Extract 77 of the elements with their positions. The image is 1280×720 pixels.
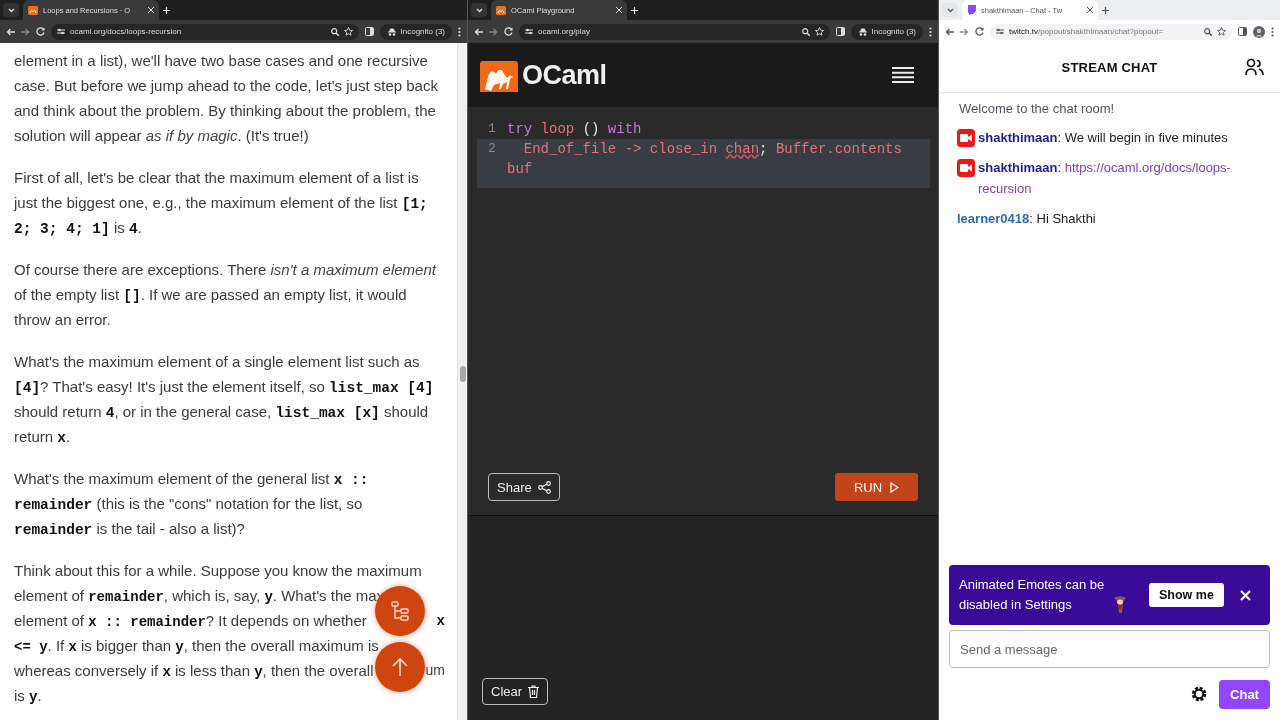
chat-message: learner0418: Hi Shakthi <box>957 210 1096 228</box>
users-icon <box>1245 58 1264 76</box>
zoom-icon[interactable] <box>1204 27 1212 36</box>
site-settings-icon[interactable] <box>996 28 1004 35</box>
incognito-icon <box>857 27 868 36</box>
close-button[interactable] <box>1239 589 1251 601</box>
chevron-icon <box>946 7 954 13</box>
settings-button[interactable] <box>1190 685 1208 703</box>
chat-title: STREAM CHAT <box>1061 60 1158 75</box>
text-fragment: x <box>436 612 445 631</box>
paragraph: Of course there are exceptions. There isn't a maximum element of the empty list []. If we are passed an empty list, it would throw an error. <box>14 260 438 330</box>
address-bar[interactable]: twitch.tv/popout/shakthimaan/chat?popout= <box>990 23 1232 40</box>
chat-message: shakthimaan: https://ocaml.org/docs/loops-recursion <box>978 159 1232 198</box>
settings-icon <box>1190 685 1208 703</box>
trash-icon <box>528 685 540 698</box>
tab-list-button[interactable] <box>471 3 487 17</box>
tab-list-button[interactable] <box>942 3 958 17</box>
address-bar[interactable]: ocaml.org/docs/loops-recursion <box>51 23 359 40</box>
close-icon[interactable] <box>1087 7 1093 13</box>
chat-message: shakthimaan: We will begin in five minutes <box>978 129 1228 147</box>
menu-icon[interactable] <box>892 67 914 83</box>
clear-button[interactable]: Clear <box>482 678 549 705</box>
camel-icon <box>480 58 518 92</box>
favicon-icon <box>496 5 506 15</box>
text-fragment: um <box>425 661 445 680</box>
paragraph: element in a list), we'll have two base cases and one recursive case. But before we jump ahead to the code, let's just step back and think about the problem. By thinking about the problem, the solution will appear as if by magic. (It's true!) <box>14 51 439 146</box>
system-message: Welcome to the chat room! <box>959 100 1116 118</box>
logo-text: OCaml <box>522 59 607 91</box>
play-icon <box>890 481 900 493</box>
star-icon[interactable] <box>1217 27 1226 36</box>
tab-list-button[interactable] <box>3 3 19 17</box>
paragraph: What's the maximum element of a single element list such as [4]? That's easy! It's just the element itself, so list_max [4] should return 4, or in the general case, list_max [x] should return x. <box>14 352 435 448</box>
back-icon[interactable] <box>945 27 954 36</box>
banner-text: Animated Emotes can be disabled in Settings <box>959 576 1106 614</box>
text-line: whereas conversely if x is less than y, then the overall <box>14 661 374 682</box>
emote-icon <box>1113 596 1127 614</box>
line-number: 2 <box>487 140 497 158</box>
arrow-up-icon <box>392 657 408 677</box>
chevron-icon <box>7 7 15 13</box>
profile-avatar-icon[interactable] <box>1253 25 1265 38</box>
paragraph: First of all, let's be clear that the maximum element of a list is just the biggest one, e.g., the maximum element of the list [1; 2; 3; 4; 1] is 4. <box>14 168 429 239</box>
message-input[interactable]: Send a message <box>949 630 1270 668</box>
favicon-icon <box>28 5 38 15</box>
text-line: element of x :: remainder? It depends on whether <box>14 611 367 632</box>
chat-send-button[interactable]: Chat <box>1219 679 1270 709</box>
outline-icon <box>391 601 409 621</box>
forward-icon[interactable] <box>489 27 498 36</box>
address-bar[interactable]: ocaml.org/play <box>519 23 830 40</box>
more-menu-icon[interactable] <box>929 26 932 37</box>
scrollbar[interactable] <box>457 43 467 720</box>
paragraph: What's the maximum element of the general list x :: remainder (this is the "cons" notation for the list, so remainder is the tail - also a list)? <box>14 469 370 540</box>
share-icon <box>537 480 551 494</box>
more-menu-icon[interactable] <box>1271 26 1274 37</box>
incognito-button[interactable]: Incognito (3) <box>379 23 452 40</box>
show-me-button[interactable]: Show me <box>1149 583 1224 607</box>
favicon-icon <box>967 5 976 15</box>
code-line: try loop () with <box>507 120 643 139</box>
close-icon <box>1239 589 1251 601</box>
more-menu-icon[interactable] <box>458 26 461 37</box>
reload-icon[interactable] <box>975 27 984 36</box>
text-line: Think about this for a while. Suppose you know the maximum <box>14 561 422 581</box>
side-panel-icon[interactable] <box>1238 27 1247 36</box>
text-line: <= y. If x is bigger than y, then the overall maximum is <box>14 636 379 657</box>
line-number: 1 <box>487 120 497 138</box>
incognito-icon <box>386 27 397 36</box>
zoom-icon[interactable] <box>330 27 339 36</box>
run-button[interactable]: RUN <box>835 473 918 501</box>
forward-icon[interactable] <box>21 27 30 36</box>
incognito-button[interactable]: Incognito (3) <box>850 23 923 40</box>
new-tab-icon[interactable] <box>1102 6 1109 14</box>
chevron-icon <box>475 7 483 13</box>
forward-icon[interactable] <box>960 27 969 36</box>
users-button[interactable] <box>1245 58 1264 76</box>
text-line: is y. <box>14 686 42 707</box>
zoom-icon[interactable] <box>801 27 810 36</box>
code-line: End_of_file -> close_in chan; Buffer.contents buf <box>507 140 903 179</box>
share-button[interactable]: Share <box>488 473 560 501</box>
